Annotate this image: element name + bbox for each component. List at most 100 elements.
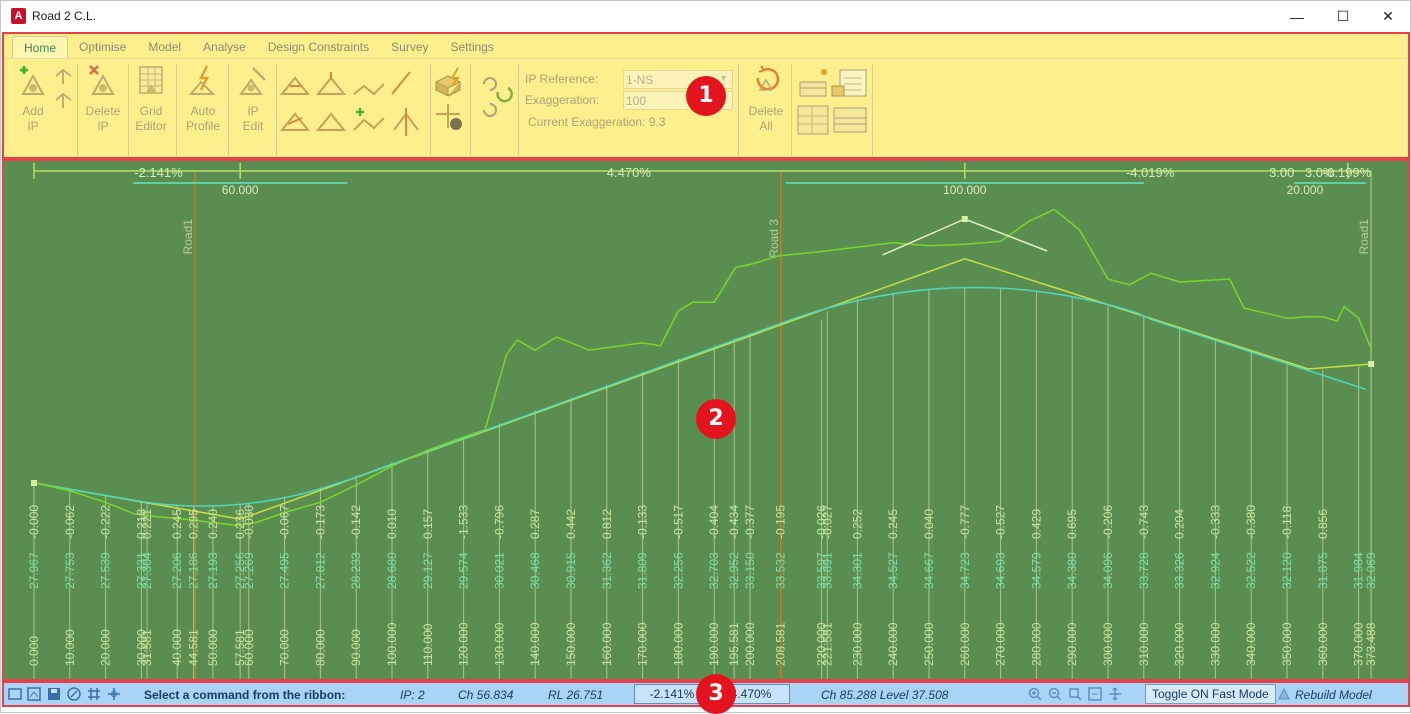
- grid-icon[interactable]: [87, 687, 101, 701]
- compass-icon[interactable]: [67, 687, 81, 701]
- level-label: 34.667: [922, 552, 936, 589]
- minimize-button[interactable]: —: [1274, 1, 1320, 32]
- grade-label: 4.470%: [607, 165, 652, 180]
- offset-label: -0.027: [820, 505, 834, 539]
- chainage-label: 195.581: [727, 622, 741, 666]
- ip-edit-button[interactable]: IP Edit: [232, 64, 274, 134]
- save-icon[interactable]: [47, 687, 61, 701]
- level-label: 27.539: [99, 552, 113, 589]
- add-ip-label-1: Add: [22, 104, 44, 118]
- chainage-label: 350.000: [1280, 622, 1294, 666]
- auto-profile-button[interactable]: Auto Profile: [180, 64, 226, 134]
- offset-label: -0.377: [743, 505, 757, 539]
- toggle-fast-mode-button[interactable]: Toggle ON Fast Mode: [1145, 684, 1276, 704]
- tab-optimise[interactable]: Optimise: [68, 36, 137, 59]
- level-label: 34.301: [850, 552, 864, 589]
- image-icon[interactable]: [27, 687, 41, 701]
- marker-2: 2: [696, 399, 736, 439]
- level-label: 27.304: [140, 552, 154, 589]
- tab-model[interactable]: Model: [137, 36, 192, 59]
- level-label: 34.527: [886, 552, 900, 589]
- delete-ip-label-1: Delete: [85, 104, 121, 118]
- offset-label: 0.856: [1316, 509, 1330, 539]
- level-label: 32.069: [1364, 552, 1378, 589]
- delete-ip-button[interactable]: Delete IP: [82, 64, 124, 134]
- ip-edit-label-1: IP: [247, 104, 259, 118]
- add-ip-icon: [20, 66, 45, 95]
- rebuild-model-button[interactable]: Rebuild Model: [1295, 688, 1372, 702]
- level-label: 34.693: [994, 552, 1008, 589]
- status-prompt: Select a command from the ribbon:: [144, 688, 346, 702]
- offset-label: -0.062: [63, 505, 77, 539]
- level-label: 33.532: [774, 552, 788, 589]
- chainage-label: 10.000: [63, 629, 77, 666]
- chainage-label: 40.000: [170, 629, 184, 666]
- offset-label: -1.533: [457, 505, 471, 539]
- add-ip-label-2: IP: [27, 119, 39, 133]
- ip-tangent-line: [882, 218, 1048, 256]
- snap-icon[interactable]: [107, 687, 121, 701]
- maximize-button[interactable]: ☐: [1320, 1, 1366, 32]
- chainage-label: 300.000: [1101, 622, 1115, 666]
- road-name-label: Road1: [181, 219, 195, 255]
- auto-profile-icon: [188, 65, 216, 95]
- delete-ip-label-2: IP: [97, 119, 109, 133]
- level-label: 32.256: [671, 552, 685, 589]
- level-label: 32.703: [707, 552, 721, 589]
- zoom-extents-icon[interactable]: [1068, 687, 1082, 701]
- level-label: 27.193: [206, 552, 220, 589]
- chainage-label: 221.581: [820, 622, 834, 666]
- ground-surface-line: [33, 208, 1372, 527]
- level-label: 32.522: [1244, 552, 1258, 589]
- offset-label: 0.429: [1029, 509, 1043, 539]
- offset-label: 0.695: [1065, 509, 1079, 539]
- tab-survey[interactable]: Survey: [380, 36, 439, 59]
- offset-label: -0.222: [99, 505, 113, 539]
- offset-label: -0.206: [1101, 505, 1115, 539]
- offset-label: 0.245: [886, 509, 900, 539]
- close-button[interactable]: ✕: [1365, 1, 1411, 32]
- add-ip-button[interactable]: Add IP: [14, 64, 52, 134]
- grid-editor-label-1: Grid: [139, 104, 163, 118]
- window-title: Road 2 C.L.: [32, 9, 97, 23]
- chainage-label: 100.000: [385, 622, 399, 666]
- tab-settings[interactable]: Settings: [440, 36, 505, 59]
- window-icon[interactable]: [8, 687, 22, 701]
- ip-tools-small-buttons[interactable]: [52, 64, 76, 128]
- ribbon-separator: [518, 64, 519, 156]
- offset-label: 0.442: [564, 509, 578, 539]
- road-name-label: Road 3: [767, 219, 781, 258]
- cross-section-tools-icon[interactable]: [794, 64, 870, 138]
- pan-icon[interactable]: [1108, 687, 1122, 701]
- zoom-out-icon[interactable]: [1048, 687, 1062, 701]
- ribbon-separator: [228, 64, 229, 156]
- level-label: 29.574: [457, 552, 471, 589]
- level-label: 33.326: [1173, 552, 1187, 589]
- chainage-label: 0.000: [27, 636, 41, 666]
- chainage-label: 50.000: [206, 629, 220, 666]
- tab-home[interactable]: Home: [12, 36, 69, 59]
- chainage-label: 20.000: [99, 629, 113, 666]
- grid-editor-button[interactable]: Grid Editor: [130, 64, 172, 134]
- offset-label: -0.142: [349, 505, 363, 539]
- profile-tools-icon-grid[interactable]: [278, 64, 428, 138]
- chainage-label: 240.000: [886, 622, 900, 666]
- undo-redo-icon[interactable]: [474, 70, 518, 130]
- chainage-label: 130.000: [492, 622, 506, 666]
- level-label: 33.891: [820, 552, 834, 589]
- zoom-window-icon[interactable]: [1088, 687, 1102, 701]
- offset-label: -0.195: [774, 505, 788, 539]
- tab-analyse[interactable]: Analyse: [192, 36, 257, 59]
- level-label: 30.021: [492, 552, 506, 589]
- offset-label: -0.000: [27, 505, 41, 539]
- level-label: 28.680: [385, 552, 399, 589]
- ip-grip-point: [1368, 361, 1375, 368]
- model-tools-icon[interactable]: [432, 64, 468, 138]
- zoom-in-icon[interactable]: [1028, 687, 1042, 701]
- vc-length-label: 100.000: [943, 183, 987, 197]
- chainage-label: 270.000: [994, 622, 1008, 666]
- tab-design-constraints[interactable]: Design Constraints: [257, 36, 380, 59]
- level-label: 31.809: [636, 552, 650, 589]
- delete-all-button[interactable]: Delete All: [743, 64, 789, 134]
- ribbon-separator: [77, 64, 78, 156]
